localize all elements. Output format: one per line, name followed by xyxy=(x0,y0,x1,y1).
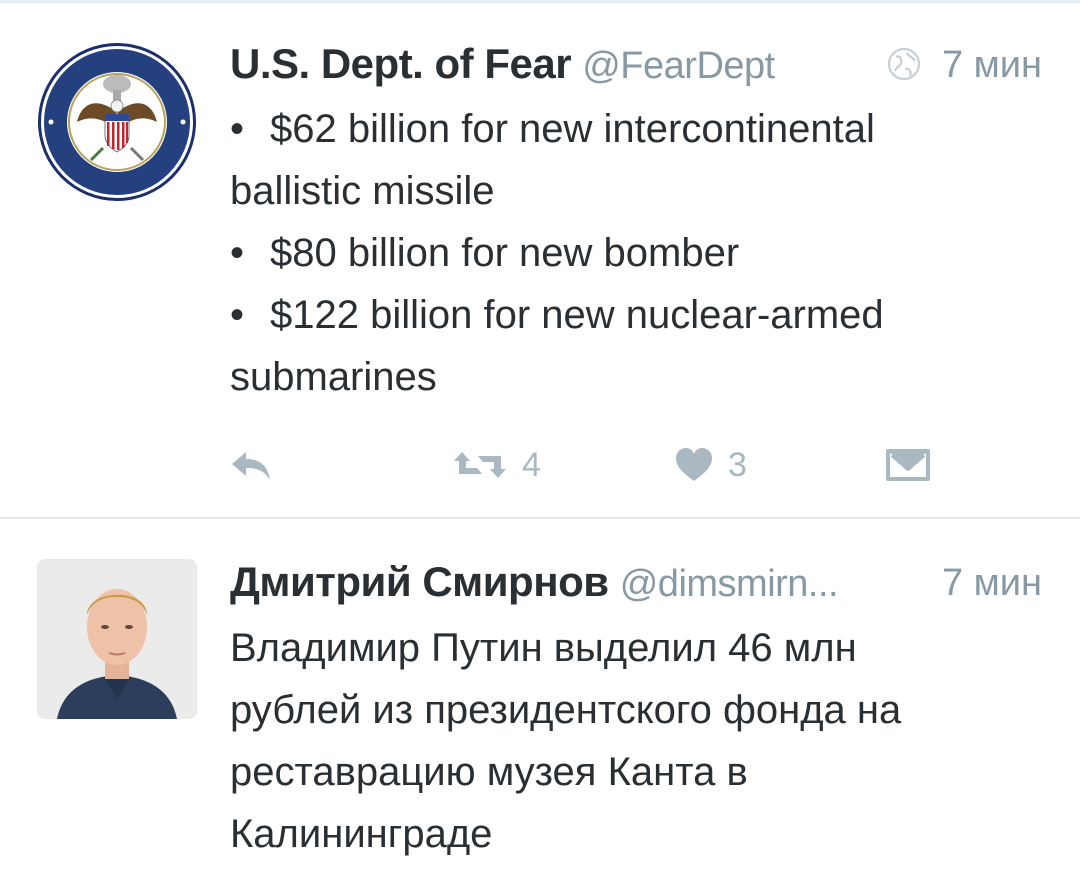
timestamp[interactable]: 7 мин xyxy=(887,44,1042,87)
text-line: Калининграде xyxy=(230,812,493,856)
list-item: • $62 billion for new intercontinental xyxy=(230,98,1030,160)
time-label: 7 мин xyxy=(941,562,1042,604)
author-name-row[interactable]: Дмитрий Смирнов @dimsmirn... xyxy=(230,558,839,606)
bullet-text: $62 billion for new intercontinental xyxy=(270,107,875,151)
bullet-text: $122 billion for new nuclear-armed xyxy=(270,293,884,337)
avatar[interactable] xyxy=(37,559,197,719)
text-line: рублей из президентского фонда на xyxy=(230,688,902,732)
tweet-text: • $62 billion for new intercontinental ba… xyxy=(230,98,1030,408)
tweet-text: Владимир Путин выделил 46 млн рублей из … xyxy=(230,617,1030,865)
tweet-actions: 4 3 xyxy=(230,440,950,490)
author-name[interactable]: Дмитрий Смирнов xyxy=(230,558,609,605)
text-line: Владимир Путин выделил 46 млн xyxy=(230,626,857,670)
direct-message-button[interactable] xyxy=(886,440,930,490)
retweet-count: 4 xyxy=(522,445,541,484)
globe-icon xyxy=(888,48,921,80)
tweet-header: U.S. Dept. of Fear @FearDept 7 мин xyxy=(230,38,1042,98)
bullet-text: $80 billion for new bomber xyxy=(270,231,740,275)
bullet-marker: • xyxy=(230,231,245,275)
author-name-row[interactable]: U.S. Dept. of Fear @FearDept xyxy=(230,40,775,88)
envelope-icon xyxy=(886,449,930,481)
bullet-marker: • xyxy=(230,293,245,337)
text-line: реставрацию музея Канта в xyxy=(230,750,748,794)
author-handle[interactable]: @dimsmirn... xyxy=(620,563,839,605)
author-handle[interactable]: @FearDept xyxy=(582,45,775,87)
time-label: 7 мин xyxy=(941,44,1042,86)
department-seal-avatar[interactable] xyxy=(37,42,197,202)
author-name[interactable]: U.S. Dept. of Fear xyxy=(230,40,572,87)
bullet-text-continued: submarines xyxy=(230,355,437,399)
bullet-text-continued: ballistic missile xyxy=(230,169,495,213)
bullet-marker: • xyxy=(230,107,245,151)
reply-button[interactable] xyxy=(230,440,274,490)
heart-icon xyxy=(676,448,712,481)
tweet-header: Дмитрий Смирнов @dimsmirn... 7 мин xyxy=(230,556,1042,616)
tweet[interactable]: U.S. Dept. of Fear @FearDept 7 мин • $62 … xyxy=(0,0,1080,518)
list-item: • $122 billion for new nuclear-armed xyxy=(230,284,1030,346)
reply-icon xyxy=(232,452,270,480)
retweet-icon xyxy=(454,452,506,478)
user-photo-icon xyxy=(37,559,197,719)
timestamp[interactable]: 7 мин xyxy=(942,562,1042,605)
like-count: 3 xyxy=(728,445,747,484)
like-button[interactable]: 3 xyxy=(674,440,747,490)
list-item: • $80 billion for new bomber xyxy=(230,222,1030,284)
retweet-button[interactable]: 4 xyxy=(452,440,541,490)
